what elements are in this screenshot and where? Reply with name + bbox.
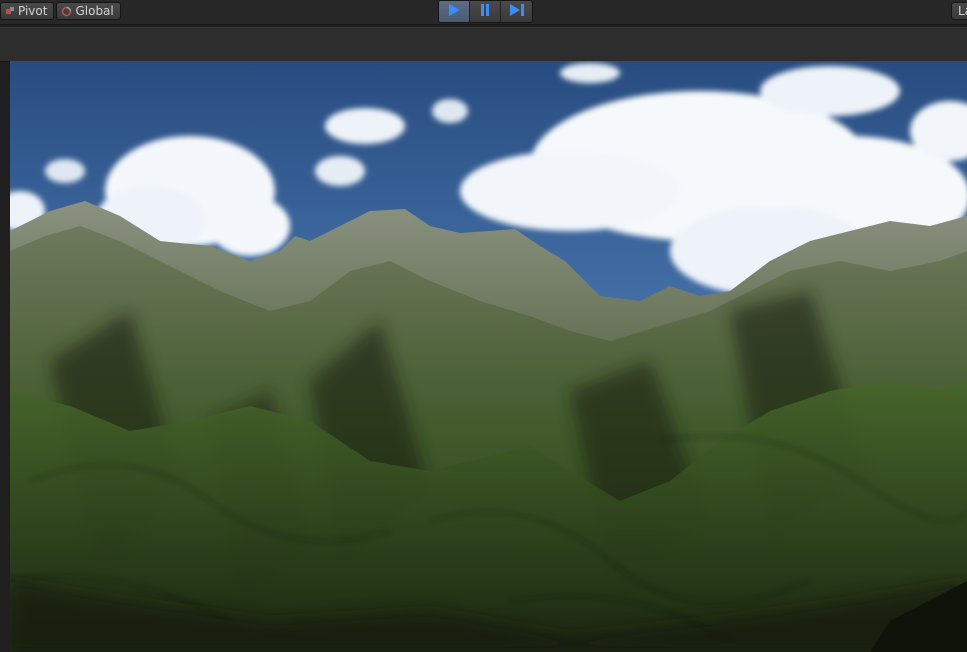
pause-icon <box>479 2 491 21</box>
game-viewport[interactable] <box>10 61 967 652</box>
global-label: Global <box>75 4 114 18</box>
pivot-toggle-button[interactable]: Pivot <box>0 2 55 20</box>
global-icon <box>61 6 72 17</box>
main-toolbar: Pivot Global L <box>0 0 967 25</box>
terrain-scene <box>10 61 967 652</box>
play-button[interactable] <box>439 1 470 22</box>
pivot-global-group: Pivot Global <box>0 2 121 20</box>
play-icon <box>447 2 461 21</box>
pivot-label: Pivot <box>18 4 48 18</box>
step-icon <box>509 2 525 21</box>
step-button[interactable] <box>501 1 532 22</box>
game-view-bar <box>0 27 967 62</box>
global-toggle-button[interactable]: Global <box>56 2 121 20</box>
pause-button[interactable] <box>470 1 501 22</box>
playback-controls <box>438 0 533 23</box>
layers-dropdown[interactable]: La <box>951 2 967 20</box>
pivot-icon <box>5 6 15 16</box>
